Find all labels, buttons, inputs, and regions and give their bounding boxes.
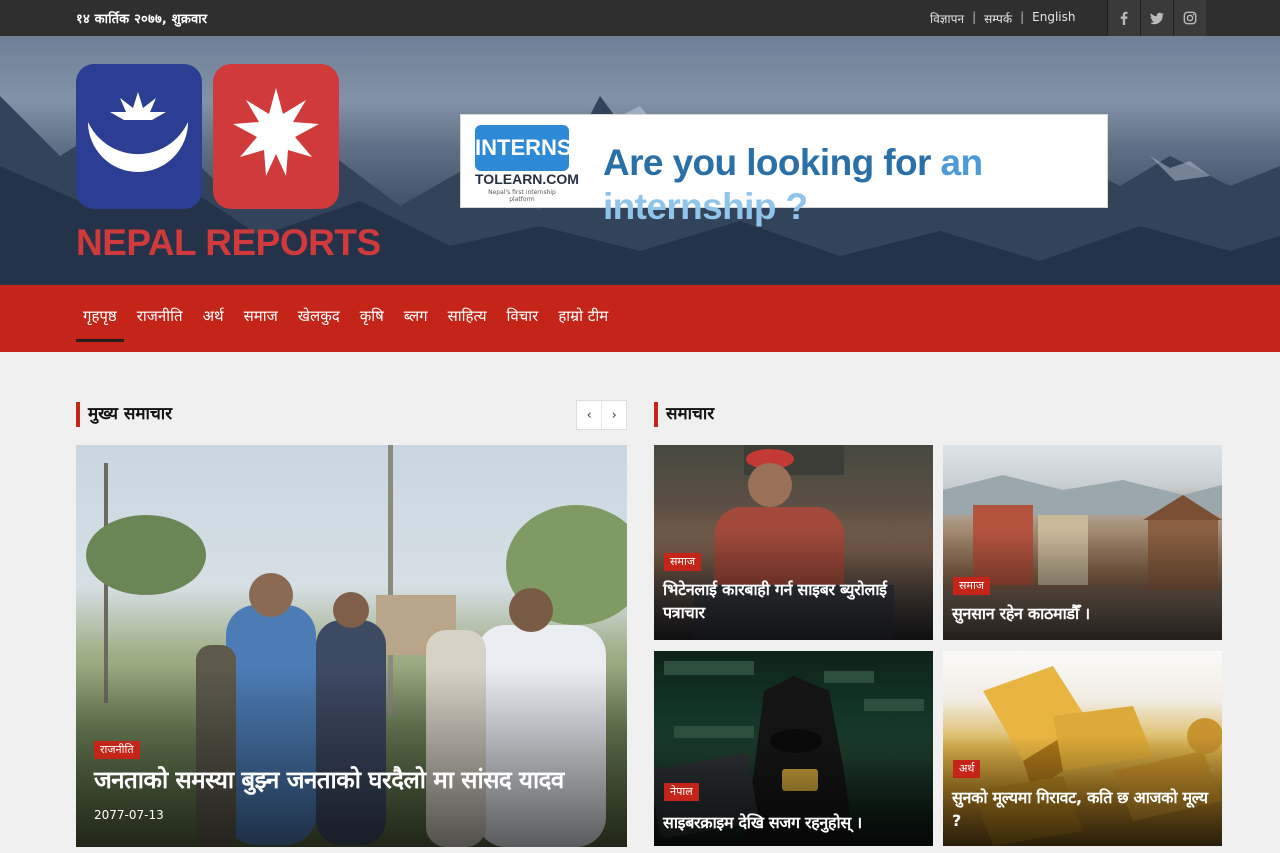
news-card[interactable]: समाज सुनसान रहेन काठमाडौँ ।	[943, 445, 1222, 640]
main-news-heading: मुख्य समाचार	[76, 402, 172, 427]
news-card-title[interactable]: भिटेनलाई कारबाही गर्न साइबर ब्युरोलाई पत…	[663, 578, 925, 624]
nav-item-economy[interactable]: अर्थ	[196, 285, 231, 352]
nav-item-literature[interactable]: साहित्य	[441, 285, 494, 352]
nav-item-sports[interactable]: खेलकुद	[291, 285, 347, 352]
news-card-title[interactable]: साइबरक्राइम देखि सजग रहनुहोस् ।	[663, 811, 925, 834]
top-bar: १४ कार्तिक २०७७, शुक्रवार विज्ञापन | सम्…	[0, 0, 1280, 36]
carousel-prev-button[interactable]: ‹	[577, 401, 601, 429]
facebook-icon	[1120, 11, 1128, 25]
nav-item-politics[interactable]: राजनीति	[130, 285, 190, 352]
facebook-button[interactable]	[1107, 0, 1140, 36]
ad-logo: INTERNS	[475, 125, 572, 171]
news-card-title[interactable]: सुनको मूल्यमा गिरावट, कति छ आजको मूल्य ?	[952, 786, 1214, 832]
nav-item-our-team[interactable]: हाम्रो टीम	[551, 285, 615, 352]
top-links: विज्ञापन | सम्पर्क | English	[930, 10, 1075, 27]
category-badge[interactable]: नेपाल	[664, 783, 699, 801]
carousel-controls: ‹ ›	[576, 400, 627, 430]
nav-item-home[interactable]: गृहपृष्ठ	[76, 285, 124, 352]
news-card[interactable]: अर्थ सुनको मूल्यमा गिरावट, कति छ आजको मू…	[943, 651, 1222, 846]
nav-item-agriculture[interactable]: कृषि	[353, 285, 391, 352]
twitter-button[interactable]	[1140, 0, 1173, 36]
featured-date: 2077-07-13	[94, 808, 164, 822]
link-separator: |	[1020, 10, 1025, 24]
ad-headline-part: Are you looking for	[603, 142, 931, 183]
instagram-button[interactable]	[1173, 0, 1206, 36]
logo-wordmark: NEPAL REPORTS	[76, 222, 381, 263]
news-heading: समाचार	[654, 402, 714, 427]
news-card[interactable]: समाज भिटेनलाई कारबाही गर्न साइबर ब्युरोल…	[654, 445, 933, 640]
instagram-icon	[1183, 11, 1197, 25]
category-badge[interactable]: राजनीति	[94, 741, 140, 759]
news-card-title[interactable]: सुनसान रहेन काठमाडौँ ।	[952, 602, 1214, 625]
ad-headline-part: an	[940, 142, 983, 183]
contact-link[interactable]: सम्पर्क	[984, 10, 1012, 27]
carousel-next-button[interactable]: ›	[601, 401, 626, 429]
ad-banner[interactable]: INTERNS TOLEARN.COM Nepal's first intern…	[460, 114, 1108, 227]
featured-story[interactable]: राजनीति जनताको समस्या बुझ्न जनताको घरदैल…	[76, 445, 627, 847]
nav-item-blog[interactable]: ब्लग	[397, 285, 435, 352]
social-links	[1107, 0, 1206, 36]
ad-headline-part: internship ?	[603, 186, 808, 227]
category-badge[interactable]: समाज	[953, 577, 991, 595]
twitter-icon	[1150, 12, 1164, 25]
ad-logo-domain: TOLEARN.COM	[475, 171, 579, 187]
advertise-link[interactable]: विज्ञापन	[930, 10, 964, 27]
current-date: १४ कार्तिक २०७७, शुक्रवार	[76, 12, 208, 27]
featured-title[interactable]: जनताको समस्या बुझ्न जनताको घरदैलो मा सां…	[94, 763, 624, 796]
news-card[interactable]: नेपाल साइबरक्राइम देखि सजग रहनुहोस् ।	[654, 651, 933, 846]
nav-item-society[interactable]: समाज	[237, 285, 285, 352]
main-navigation: गृहपृष्ठ राजनीति अर्थ समाज खेलकुद कृषि ब…	[0, 285, 1280, 352]
site-header: NEPAL REPORTS INTERNS TOLEARN.COM Nepal'…	[0, 36, 1280, 285]
link-separator: |	[972, 10, 977, 24]
ad-headline: Are you looking for an internship ?	[603, 141, 1107, 229]
category-badge[interactable]: अर्थ	[953, 760, 981, 778]
category-badge[interactable]: समाज	[664, 553, 702, 571]
nav-item-opinion[interactable]: विचार	[500, 285, 546, 352]
ad-logo-tagline: Nepal's first internship platform	[488, 189, 556, 203]
english-link[interactable]: English	[1032, 10, 1075, 27]
